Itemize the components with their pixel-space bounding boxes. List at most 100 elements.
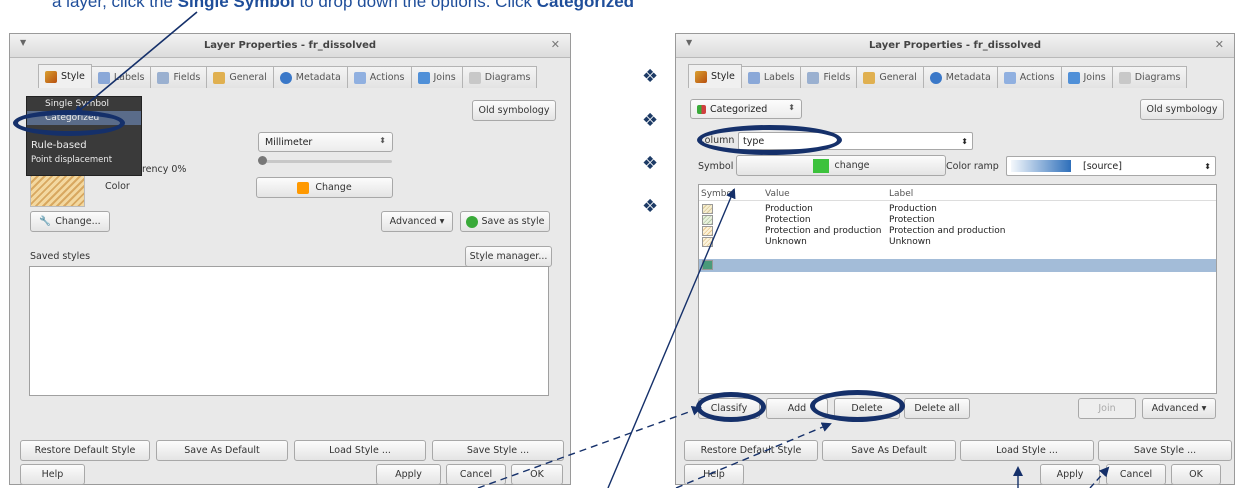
row-symbol-swatch bbox=[702, 260, 713, 270]
diagrams-icon bbox=[1118, 71, 1131, 84]
style-manager-button[interactable]: Style manager... bbox=[465, 246, 552, 267]
change-symbol-button[interactable]: 🔧 Change... bbox=[30, 211, 110, 232]
tab-metadata[interactable]: Metadata bbox=[272, 66, 348, 88]
highlight-oval-classify bbox=[696, 392, 766, 422]
close-icon[interactable]: ✕ bbox=[551, 38, 560, 51]
general-icon bbox=[863, 71, 876, 84]
apply-button[interactable]: Apply bbox=[1040, 464, 1100, 485]
load-style-button[interactable]: Load Style ... bbox=[294, 440, 426, 461]
save-style-icon bbox=[465, 215, 478, 228]
tab-metadata[interactable]: Metadata bbox=[922, 66, 998, 88]
spin-icon: ⬍ bbox=[1204, 161, 1211, 171]
tab-joins[interactable]: Joins bbox=[1060, 66, 1113, 88]
slider-handle[interactable] bbox=[258, 156, 267, 165]
column-header-label[interactable]: Label bbox=[889, 187, 913, 201]
instruction-text: a layer, click the Single Symbol to drop… bbox=[52, 0, 635, 11]
fields-icon bbox=[807, 71, 820, 84]
renderer-dropdown-menu: Single Symbol Categorized Graduated Rule… bbox=[26, 96, 142, 176]
tab-actions[interactable]: Actions bbox=[996, 66, 1062, 88]
tab-labels[interactable]: Labels bbox=[90, 66, 152, 88]
row-symbol-swatch bbox=[702, 204, 713, 214]
symbol-label: Symbol bbox=[698, 161, 734, 172]
dropdown-option-single-symbol[interactable]: Single Symbol bbox=[27, 97, 141, 111]
restore-default-style-button[interactable]: Restore Default Style bbox=[684, 440, 818, 461]
table-row-selected[interactable] bbox=[699, 259, 1216, 272]
right-tab-bar: Style Labels Fields General Metadata Act… bbox=[688, 64, 1188, 88]
tab-fields[interactable]: Fields bbox=[800, 66, 858, 88]
categorized-icon bbox=[697, 104, 706, 114]
diamond-bullet-icon: ❖ bbox=[642, 66, 659, 87]
old-symbology-button[interactable]: Old symbology bbox=[472, 100, 556, 121]
ramp-gradient bbox=[1011, 160, 1071, 172]
window-menu-icon[interactable]: ▼ bbox=[20, 38, 26, 47]
restore-default-style-button[interactable]: Restore Default Style bbox=[20, 440, 150, 461]
ok-button[interactable]: OK bbox=[511, 464, 563, 485]
column-header-value[interactable]: Value bbox=[765, 187, 790, 201]
tab-joins[interactable]: Joins bbox=[410, 66, 463, 88]
metadata-icon bbox=[929, 71, 942, 84]
metadata-icon bbox=[279, 71, 292, 84]
delete-all-button[interactable]: Delete all bbox=[904, 398, 970, 419]
tab-general[interactable]: General bbox=[206, 66, 274, 88]
color-ramp-select[interactable]: [source] ⬍ bbox=[1006, 156, 1216, 176]
wrench-icon: 🔧 bbox=[39, 216, 52, 227]
join-button: Join bbox=[1078, 398, 1136, 419]
style-brush-icon bbox=[695, 70, 707, 83]
categories-table[interactable]: Symbol Value Label Production Production … bbox=[698, 184, 1217, 394]
save-as-default-button[interactable]: Save As Default bbox=[822, 440, 956, 461]
close-icon[interactable]: ✕ bbox=[1215, 38, 1224, 51]
joins-icon bbox=[1067, 71, 1080, 84]
diagrams-icon bbox=[468, 71, 481, 84]
color-label: Color bbox=[105, 181, 130, 192]
tab-diagrams[interactable]: Diagrams bbox=[1111, 66, 1188, 88]
spin-icon: ⬍ bbox=[379, 136, 386, 145]
renderer-select[interactable]: Categorized ⬍ bbox=[690, 99, 802, 119]
save-style-button[interactable]: Save Style ... bbox=[432, 440, 564, 461]
tab-labels[interactable]: Labels bbox=[740, 66, 802, 88]
joins-icon bbox=[417, 71, 430, 84]
transparency-slider[interactable] bbox=[260, 160, 392, 163]
left-window-title: Layer Properties - fr_dissolved bbox=[203, 40, 377, 51]
row-symbol-swatch bbox=[702, 226, 713, 236]
help-button[interactable]: Help bbox=[20, 464, 85, 485]
apply-button[interactable]: Apply bbox=[376, 464, 441, 485]
cancel-button[interactable]: Cancel bbox=[1106, 464, 1166, 485]
table-row[interactable]: Production Production bbox=[699, 204, 1216, 215]
highlight-oval-categorized bbox=[13, 110, 125, 136]
table-row[interactable]: Protection Protection bbox=[699, 215, 1216, 226]
tab-general[interactable]: General bbox=[856, 66, 924, 88]
old-symbology-button[interactable]: Old symbology bbox=[1140, 99, 1224, 120]
table-row[interactable]: Unknown Unknown bbox=[699, 237, 1216, 248]
dropdown-option-rule-based[interactable]: Rule-based bbox=[27, 139, 141, 153]
table-row[interactable]: Protection and production Protection and … bbox=[699, 226, 1216, 237]
unit-select[interactable]: Millimeter ⬍ bbox=[258, 132, 393, 152]
column-header-symbol[interactable]: Symbol bbox=[701, 187, 735, 201]
dropdown-option-point-displacement[interactable]: Point displacement bbox=[27, 153, 141, 167]
tab-actions[interactable]: Actions bbox=[346, 66, 412, 88]
color-swatch bbox=[297, 181, 310, 194]
saved-styles-list[interactable] bbox=[29, 266, 549, 396]
general-icon bbox=[213, 71, 226, 84]
left-tab-bar: Style Labels Fields General Metadata Act… bbox=[38, 64, 538, 88]
tab-fields[interactable]: Fields bbox=[150, 66, 208, 88]
save-style-button[interactable]: Save Style ... bbox=[1098, 440, 1232, 461]
advanced-button[interactable]: Advanced ▾ bbox=[1142, 398, 1216, 419]
save-as-default-button[interactable]: Save As Default bbox=[156, 440, 288, 461]
load-style-button[interactable]: Load Style ... bbox=[960, 440, 1094, 461]
symbol-swatch bbox=[812, 158, 829, 173]
advanced-button[interactable]: Advanced ▾ bbox=[381, 211, 453, 232]
table-header: Symbol Value Label bbox=[699, 187, 1216, 201]
help-button[interactable]: Help bbox=[684, 464, 744, 485]
tab-style[interactable]: Style bbox=[688, 64, 742, 88]
tab-diagrams[interactable]: Diagrams bbox=[461, 66, 538, 88]
spin-icon: ⬍ bbox=[961, 136, 968, 146]
symbol-change-button[interactable]: change bbox=[736, 155, 946, 176]
diamond-bullet-icon: ❖ bbox=[642, 110, 659, 131]
change-color-button[interactable]: Change bbox=[256, 177, 393, 198]
cancel-button[interactable]: Cancel bbox=[446, 464, 506, 485]
row-symbol-swatch bbox=[702, 237, 713, 247]
tab-style[interactable]: Style bbox=[38, 64, 92, 88]
save-as-style-button[interactable]: Save as style bbox=[460, 211, 550, 232]
ok-button[interactable]: OK bbox=[1171, 464, 1221, 485]
window-menu-icon[interactable]: ▼ bbox=[686, 38, 692, 47]
